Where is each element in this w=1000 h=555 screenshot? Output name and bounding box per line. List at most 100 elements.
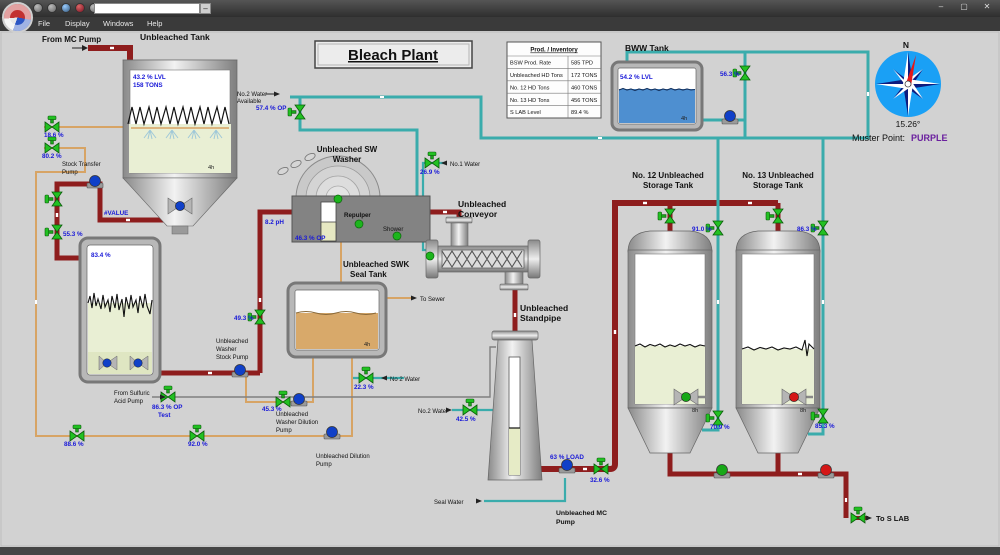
ph-value: 8.2 pH: [265, 219, 284, 226]
menu-bar: File Display Windows Help: [0, 17, 1000, 31]
valve-45-3-icon[interactable]: [276, 391, 290, 407]
to-s-lab-label: To S LAB: [876, 514, 910, 523]
repulper[interactable]: Repulper 46.3 % OP: [292, 195, 430, 242]
valve-86-3-value: 86.3 %: [797, 226, 817, 233]
valve-80-2-icon[interactable]: [45, 137, 59, 153]
close-button[interactable]: ✕: [980, 2, 994, 11]
tank1-level-value: 43.2 % LVL: [133, 74, 166, 81]
valve-85-3-value: 85.3 %: [815, 423, 835, 430]
valve-22-3-value: 22.3 %: [354, 384, 374, 391]
unbleached-standpipe[interactable]: [488, 331, 542, 480]
conveyor-label2: Conveyor: [458, 209, 498, 219]
valve-sulfuric-icon[interactable]: [161, 386, 175, 402]
window-titlebar: – – ▢ ✕: [0, 0, 1000, 17]
valve-91-0-value: 91.0 %: [692, 226, 712, 233]
storage-tank-12[interactable]: 8h: [628, 231, 712, 453]
tank13-label2: Storage Tank: [753, 181, 804, 190]
washer-stock-pump-icon[interactable]: [232, 365, 248, 378]
washer-stock-pump-label3: Stock Pump: [216, 355, 249, 361]
valve-sulfuric-value: 86.3 % OP: [152, 404, 182, 411]
valve-45-3-value: 45.3 %: [262, 406, 282, 413]
valve-88-6-icon[interactable]: [70, 425, 84, 441]
valve-88-6-value: 88.6 %: [64, 441, 84, 448]
swk-seal-tank[interactable]: 4h: [288, 283, 386, 357]
app-window: – – ▢ ✕ File Display Windows Help: [0, 0, 1000, 555]
tank13-label: No. 13 Unbleached: [742, 171, 814, 180]
sw-washer-label2: Washer: [333, 155, 362, 164]
maximize-button[interactable]: ▢: [957, 2, 971, 11]
inventory-table: Prod. / Inventory BSW Prod. Rate 585 TPD…: [507, 42, 601, 118]
conveyor-status-icon: [426, 252, 434, 260]
mc-pump-label: Unbleached MC: [556, 510, 607, 517]
from-sulfuric-label2: Acid Pump: [114, 399, 144, 405]
dilution-pump-label2: Pump: [316, 462, 332, 468]
page-title: Bleach Plant: [348, 47, 438, 64]
storage-tank-13[interactable]: 8h: [736, 231, 820, 453]
washer-dilution-pump-icon[interactable]: [291, 394, 307, 407]
menu-item-help[interactable]: Help: [147, 19, 162, 28]
toolbar-button-icon[interactable]: [61, 3, 71, 13]
valve-56-3-value: 56.3 %: [720, 71, 740, 78]
no2-water-standpipe-label: No.2 Water: [418, 409, 448, 415]
tank13-pump-icon[interactable]: [818, 465, 834, 479]
tank12-pump-icon[interactable]: [714, 465, 730, 479]
valve-42-5-icon[interactable]: [463, 399, 477, 415]
valve-to-s-lab-icon[interactable]: [851, 507, 865, 523]
inventory-row-label: Unbleached HD Tons: [510, 73, 563, 79]
inventory-row-value: 89.4 %: [571, 110, 588, 116]
address-input[interactable]: [94, 3, 200, 14]
stock-transfer-pump-icon[interactable]: [87, 176, 103, 189]
bww-tank-label: BWW Tank: [625, 43, 669, 53]
menu-item-display[interactable]: Display: [65, 19, 90, 28]
inventory-row-value: 172 TONS: [571, 73, 597, 79]
valve-49-3-value: 49.3 %: [234, 315, 254, 322]
unbleached-tank[interactable]: 43.2 % LVL 158 TONS 4h: [123, 60, 237, 234]
dilution-pump-label: Unbleached Dilution: [316, 454, 370, 460]
valve-26-9-value: 26.9 %: [420, 169, 440, 176]
standpipe-label2: Standpipe: [520, 313, 561, 323]
valve-92-0-icon[interactable]: [190, 425, 204, 441]
menu-item-file[interactable]: File: [38, 19, 50, 28]
valve-80-2-value: 80.2 %: [42, 153, 62, 160]
minimize-button[interactable]: –: [934, 2, 948, 11]
tank1-time: 4h: [208, 165, 214, 171]
toolbar-button-icon[interactable]: [47, 3, 57, 13]
mc-pump-icon[interactable]: [559, 460, 575, 474]
sw-washer[interactable]: [277, 152, 380, 198]
valve-18-6-icon[interactable]: [45, 116, 59, 132]
compass: N 15.26° Muster Point: PURPLE: [852, 40, 948, 143]
bww-tank[interactable]: 54.2 % LVL 4h: [612, 62, 702, 130]
tank12-time: 8h: [692, 408, 698, 414]
valve-18-6-value: 18.6 %: [44, 132, 64, 139]
address-dropdown-button[interactable]: –: [200, 3, 211, 14]
washer-stock-pump-label2: Washer: [216, 347, 236, 353]
valve-22-3-icon[interactable]: [359, 367, 373, 383]
inventory-row-value: 585 TPD: [571, 61, 593, 67]
dilution-pump-icon[interactable]: [324, 427, 340, 440]
menu-item-windows[interactable]: Windows: [103, 19, 133, 28]
sw-washer-label: Unbleached SW: [317, 145, 378, 154]
washer-dilution-pump-label3: Pump: [276, 428, 292, 434]
bww-time: 4h: [681, 116, 687, 122]
valve-26-9-icon[interactable]: [425, 152, 439, 168]
unbleached-conveyor[interactable]: [426, 217, 540, 290]
tank2-level-value: 83.4 %: [91, 252, 111, 259]
valve-57-4-op-icon[interactable]: [288, 105, 305, 119]
repulper-op-value: 46.3 % OP: [295, 235, 325, 242]
app-logo-icon: [2, 2, 33, 33]
valve-55-3-value: 55.3 %: [63, 231, 83, 238]
toolbar-button-icon[interactable]: [75, 3, 85, 13]
tank12-label2: Storage Tank: [643, 181, 694, 190]
bww-pump-icon[interactable]: [722, 111, 738, 125]
valve-70-9-value: 70.9 %: [710, 424, 730, 431]
mc-pump-load-value: 63 % LOAD: [550, 454, 584, 461]
washer-stock-chest[interactable]: 83.4 %: [80, 238, 160, 382]
valve-32-6-value: 32.6 %: [590, 477, 610, 484]
seal-water-label: Seal Water: [434, 500, 463, 506]
tank13-time: 8h: [800, 408, 806, 414]
toolbar-button-icon[interactable]: [33, 3, 43, 13]
muster-point-label: Muster Point:: [852, 133, 905, 143]
mc-pump-label2: Pump: [556, 519, 575, 526]
no1-water-label: No.1 Water: [450, 162, 480, 168]
inventory-header: Prod. / Inventory: [530, 48, 578, 54]
